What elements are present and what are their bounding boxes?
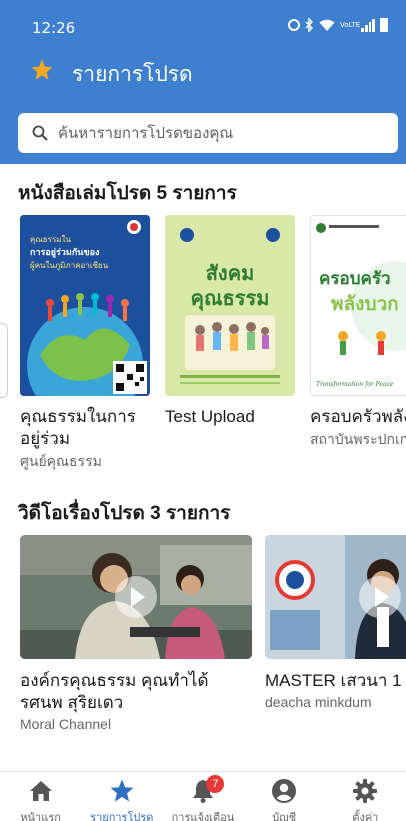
- signal-icon: [361, 18, 375, 32]
- video-thumbnail[interactable]: [20, 535, 252, 659]
- nav-label-home: หน้าแรก: [20, 812, 61, 821]
- title-row: รายการโปรด: [0, 52, 406, 96]
- video-card[interactable]: MASTER เสวนา 1 การณ์1 deacha minkdum: [265, 535, 406, 710]
- bottom-nav: หน้าแรก รายการโปรด 7 การแจ้งเตือน บัญชี: [0, 771, 406, 821]
- book-cover-art: ครอบครัว พลังบวก Transformation for Peac…: [311, 216, 406, 395]
- cover-line-1: ครอบครัว: [319, 269, 391, 289]
- video-source: deacha minkdum: [265, 694, 372, 710]
- star-icon: [31, 59, 53, 80]
- nav-label-favorites: รายการโปรด: [90, 812, 154, 821]
- book-source: ศูนย์คุณธรรม: [20, 453, 102, 469]
- cover-line-3: ผู้คนในภูมิภาคอาเซียน: [30, 261, 109, 271]
- cover-line-2: คุณธรรม: [191, 286, 270, 311]
- videos-section-title: วิดีโอเรื่องโปรด 3 รายการ: [18, 503, 231, 524]
- book-title: คุณธรรมในการอยู่ร่วม: [20, 407, 136, 448]
- search-icon: [32, 125, 48, 141]
- cover-line-1: คุณธรรมใน: [30, 235, 71, 244]
- search-input[interactable]: [58, 113, 388, 153]
- book-cover[interactable]: ครอบครัว พลังบวก Transformation for Peac…: [310, 215, 406, 396]
- video-card[interactable]: องค์กรคุณธรรม คุณทำได้ รศนพ สุริยเดว Mor…: [20, 535, 252, 732]
- bluetooth-icon: [305, 18, 314, 32]
- header: 12:26 VoLTE รายการโปรด: [0, 0, 406, 164]
- status-icons: VoLTE: [288, 18, 388, 32]
- books-section-title: หนังสือเล่มโปรด 5 รายการ: [18, 183, 237, 204]
- favorites-screen: 12:26 VoLTE รายการโปรด หนังสือเล: [0, 0, 406, 821]
- video-source: Moral Channel: [20, 716, 112, 732]
- play-button[interactable]: [115, 576, 157, 618]
- video-title: องค์กรคุณธรรม คุณทำได้ รศนพ สุริยเดว: [20, 671, 209, 712]
- status-bar: 12:26 VoLTE: [0, 0, 406, 40]
- book-cover[interactable]: สังคม คุณธรรม: [165, 215, 295, 396]
- alarm-icon: [288, 19, 300, 31]
- page-title: รายการโปรด: [72, 63, 193, 86]
- wifi-icon: [319, 19, 335, 31]
- book-title: Test Upload: [165, 407, 255, 426]
- book-card[interactable]: คุณธรรมใน การอยู่ร่วมกันของ ผู้คนในภูมิภ…: [20, 215, 152, 473]
- book-card[interactable]: สังคม คุณธรรม Test Upload: [165, 215, 297, 429]
- nav-item-settings[interactable]: ตั้งค่า: [325, 772, 406, 821]
- cover-line-2: การอยู่ร่วมกันของ: [30, 247, 99, 258]
- book-source: สถาบันพระปกเกล้า: [310, 431, 406, 447]
- video-thumbnail[interactable]: [265, 535, 406, 659]
- search-bar: [18, 113, 398, 153]
- book-cover-art: คุณธรรมใน การอยู่ร่วมกันของ ผู้คนในภูมิภ…: [20, 215, 150, 396]
- nav-item-home[interactable]: หน้าแรก: [0, 772, 81, 821]
- star-icon: [110, 779, 134, 802]
- cover-tagline: Transformation for Peace: [316, 381, 394, 388]
- book-card[interactable]: ครอบครัว พลังบวก Transformation for Peac…: [310, 215, 406, 451]
- video-title: MASTER เสวนา 1 การณ์1: [265, 671, 406, 690]
- book-title: ครอบครัวพลังบวก: [310, 407, 406, 426]
- side-drawer-handle[interactable]: [0, 323, 8, 398]
- notification-badge: 7: [206, 775, 225, 793]
- book-cover[interactable]: คุณธรรมใน การอยู่ร่วมกันของ ผู้คนในภูมิภ…: [20, 215, 150, 396]
- book-cover-art: สังคม คุณธรรม: [165, 215, 295, 396]
- nav-label-settings: ตั้งค่า: [352, 812, 379, 821]
- gear-icon: [353, 779, 378, 803]
- battery-icon: [380, 18, 388, 32]
- volte-icon: VoLTE: [340, 20, 361, 29]
- status-time: 12:26: [32, 19, 76, 37]
- home-icon: [29, 781, 52, 801]
- nav-label-notifications: การแจ้งเตือน: [171, 812, 235, 821]
- nav-item-account[interactable]: บัญชี: [244, 772, 325, 821]
- play-button[interactable]: [359, 576, 401, 618]
- account-icon: [272, 779, 297, 803]
- nav-item-favorites[interactable]: รายการโปรด: [81, 772, 162, 821]
- cover-line-2: พลังบวก: [331, 293, 399, 315]
- nav-item-notifications[interactable]: 7 การแจ้งเตือน: [162, 772, 243, 821]
- cover-line-1: สังคม: [206, 261, 255, 285]
- nav-label-account: บัญชี: [272, 812, 297, 821]
